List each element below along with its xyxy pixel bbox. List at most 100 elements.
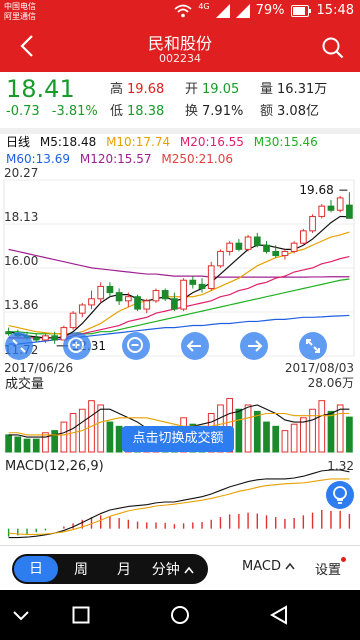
- chevron-down-icon[interactable]: [12, 606, 30, 624]
- status-bar: 中国电信 阿里通信 4G 79% 15:48: [0, 0, 360, 24]
- chart-left-edge-button[interactable]: [5, 332, 33, 360]
- back-nav-icon[interactable]: [270, 605, 288, 625]
- zoom-out-button[interactable]: [122, 332, 150, 360]
- high-label: 高: [110, 82, 124, 97]
- candle-body: [88, 298, 95, 306]
- macd-title: MACD(12,26,9): [5, 459, 104, 474]
- stock-name: 民和股份: [147, 34, 212, 53]
- candle-body: [124, 296, 132, 302]
- ma-line-m30: [8, 278, 350, 335]
- stock-code: 002234: [159, 52, 201, 65]
- prev-button[interactable]: [181, 332, 209, 360]
- period-week[interactable]: 周: [58, 559, 104, 579]
- candle-body: [244, 236, 252, 250]
- volume-value: 16.31万: [277, 82, 328, 97]
- status-icons: 4G 79% 15:48: [174, 2, 354, 18]
- battery-icon: [290, 4, 311, 17]
- volume-label: 量: [260, 82, 274, 97]
- quote-grid: 高 19.68 开 19.05 量 16.31万 低 18.38 换 7.91% 额 3.0…: [110, 78, 360, 122]
- period-minute-label: 分钟: [151, 562, 180, 578]
- volume-bar: [5, 434, 12, 453]
- candle-body: [42, 335, 49, 341]
- candle-body: [106, 285, 114, 294]
- y-tick-label: 16.00: [4, 254, 38, 268]
- candle-body: [318, 205, 326, 217]
- carrier-info: 中国电信 阿里通信: [4, 2, 36, 22]
- volume-bar: [272, 425, 280, 453]
- candle-body: [134, 296, 141, 310]
- next-button[interactable]: [240, 332, 268, 360]
- volume-bar: [318, 400, 326, 453]
- volume-bar: [23, 438, 31, 453]
- period-minute[interactable]: 分钟: [144, 559, 202, 579]
- clock: 15:48: [316, 3, 354, 18]
- settings-label: 设置: [315, 563, 342, 578]
- period-month[interactable]: 月: [104, 559, 144, 579]
- amount-label: 额: [260, 104, 274, 119]
- ma20-label: M20:16.55: [179, 135, 244, 149]
- amount-value: 3.08亿: [277, 104, 319, 119]
- tips-button[interactable]: [326, 481, 354, 509]
- volume-bar: [60, 421, 68, 453]
- y-tick-label: 18.13: [4, 210, 38, 224]
- candle-body: [207, 265, 215, 289]
- candle-body: [32, 337, 40, 341]
- volume-bar: [42, 432, 49, 453]
- volume-bar: [97, 404, 105, 453]
- candle-body: [97, 285, 105, 300]
- low-label: 低: [110, 104, 124, 119]
- settings-button[interactable]: 设置: [315, 557, 347, 578]
- zoom-in-button[interactable]: [63, 332, 91, 360]
- home-icon[interactable]: [170, 605, 190, 625]
- macd-max-label: 1.32: [327, 459, 354, 473]
- y-tick-label: 20.27: [4, 166, 38, 180]
- volume-bar: [299, 417, 307, 453]
- zoom-out-icon: [127, 337, 143, 353]
- change-percent: -3.81%: [51, 104, 98, 119]
- chevron-up-icon: [184, 566, 194, 574]
- candle-body: [189, 279, 197, 285]
- app-screen: 中国电信 阿里通信 4G 79% 15:48 民和股份 002234 18.41…: [0, 0, 360, 640]
- candle-body: [226, 242, 234, 252]
- wifi-icon: [174, 4, 192, 17]
- candle-body: [143, 300, 151, 310]
- candle-body: [299, 230, 307, 244]
- volume-bar: [51, 430, 59, 453]
- quote-row-2: 低 18.38 换 7.91% 额 3.08亿: [110, 100, 360, 122]
- expand-icon: [306, 339, 320, 353]
- recents-icon[interactable]: [72, 606, 90, 624]
- fullscreen-button[interactable]: [299, 332, 327, 360]
- volume-bar: [235, 408, 243, 453]
- toggle-amount-button[interactable]: 点击切换成交额: [122, 426, 234, 452]
- volume-bar: [263, 421, 270, 453]
- candle-body: [217, 250, 224, 267]
- open-label: 开: [185, 82, 199, 97]
- indicator-selector[interactable]: MACD: [242, 559, 295, 574]
- y-tick-label: 13.86: [4, 298, 38, 312]
- ma120-label: M120:15.57: [79, 152, 152, 166]
- candle-body: [51, 335, 59, 341]
- candle-body: [152, 290, 160, 302]
- period-day[interactable]: 日: [14, 556, 58, 582]
- candle-body: [309, 215, 316, 232]
- quote-panel: 18.41 -0.73 -3.81% 高 19.68 开 19.05 量 16.31万…: [0, 72, 360, 128]
- change-value: -0.73: [6, 104, 40, 119]
- volume-bar: [281, 430, 289, 453]
- open-value: 19.05: [202, 82, 240, 97]
- search-button[interactable]: [322, 37, 344, 63]
- candle-body: [115, 292, 123, 302]
- macd-dea-line: [8, 478, 350, 535]
- turnover-label: 换: [185, 104, 199, 119]
- volume-bar: [244, 404, 252, 453]
- quote-row-1: 高 19.68 开 19.05 量 16.31万: [110, 78, 360, 100]
- candle-body: [171, 298, 178, 310]
- signal-icon: [215, 3, 230, 18]
- candle-body: [263, 244, 270, 252]
- ma5-label: M5:18.48: [39, 135, 97, 149]
- candle-body: [336, 197, 344, 211]
- candle-body: [346, 204, 353, 219]
- ma250-label: M250:21.06: [161, 152, 233, 166]
- volume-bar: [32, 438, 40, 453]
- ma-line-m120: [8, 248, 350, 278]
- ma-legend: 日线 M5:18.48 M10:17.74 M20:16.55 M30:15.4…: [6, 134, 360, 168]
